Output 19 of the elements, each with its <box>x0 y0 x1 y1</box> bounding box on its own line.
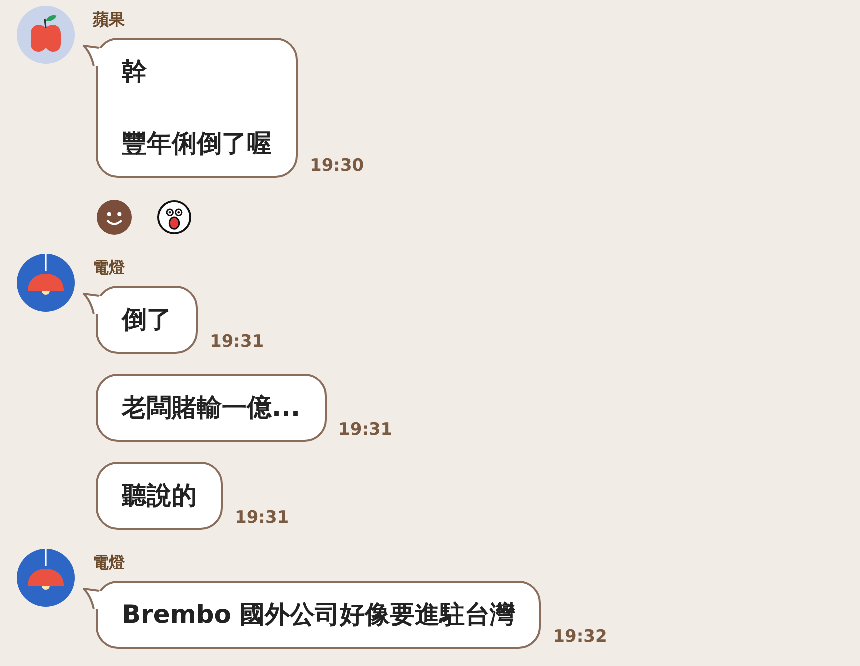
lamp-avatar-icon[interactable] <box>17 549 75 607</box>
message-time: 19:31 <box>235 508 290 528</box>
sender-name: 電燈 <box>93 257 125 279</box>
message-text: 幹 <box>122 56 147 88</box>
lamp-avatar-icon[interactable] <box>17 254 75 312</box>
message-text: Brembo 國外公司好像要進駐台灣 <box>122 599 516 631</box>
sender-name: 蘋果 <box>93 9 125 31</box>
smiley-icon[interactable] <box>97 200 132 235</box>
message-time: 19:32 <box>553 627 608 647</box>
message-time: 19:31 <box>210 332 264 352</box>
message-time: 19:30 <box>310 156 364 176</box>
shocked-face-icon[interactable] <box>157 200 192 235</box>
sender-name: 電燈 <box>93 552 125 574</box>
apple-avatar-icon[interactable] <box>17 6 75 64</box>
message-text: 老闆賭輸一億... <box>122 392 300 424</box>
message-text: 聽說的 <box>122 480 197 512</box>
message-text: 豐年俐倒了喔 <box>122 128 272 160</box>
message-time: 19:31 <box>338 420 393 440</box>
message-text: 倒了 <box>122 304 172 336</box>
